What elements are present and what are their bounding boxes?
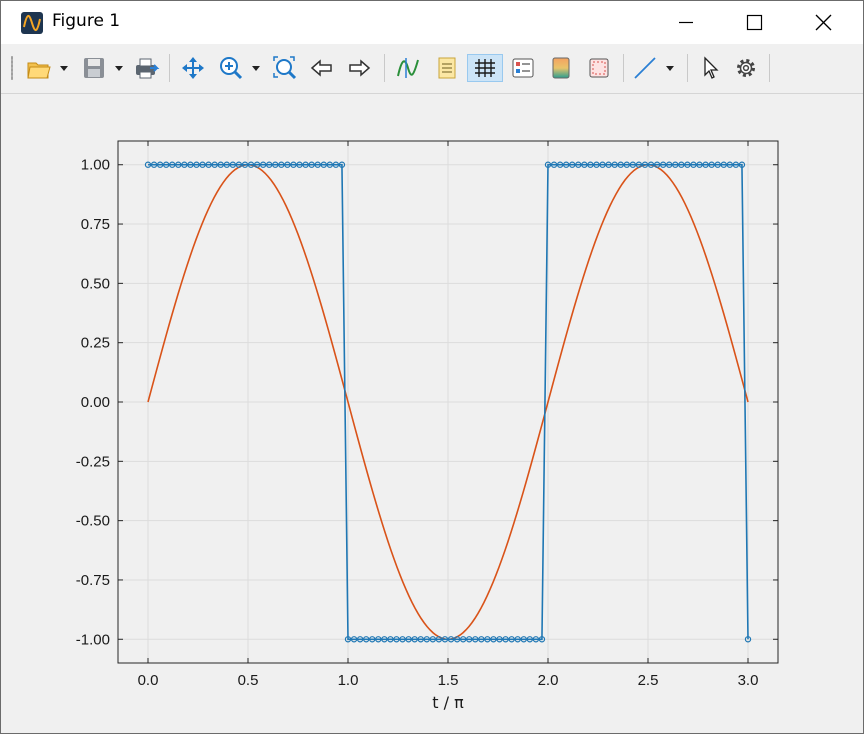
x-tick-label: 0.0 (138, 672, 159, 689)
grid-icon (475, 59, 495, 77)
save-icon (84, 58, 104, 78)
pan-button[interactable] (179, 54, 207, 82)
dropdown-icon (60, 66, 68, 71)
zoom-fit-button[interactable] (271, 54, 299, 82)
y-tick-label: 0.00 (81, 394, 110, 411)
toolbar-grip[interactable] (11, 56, 13, 80)
x-tick-label: 2.5 (638, 672, 659, 689)
back-arrow-icon (310, 59, 332, 77)
x-axis-label: t / π (432, 693, 464, 712)
figure-toolbar (1, 44, 863, 94)
property-editor-icon (512, 58, 534, 78)
toolbar-separator (169, 54, 170, 82)
data-cursor-button[interactable] (394, 54, 422, 82)
y-tick-label: 1.00 (81, 157, 110, 174)
colorbar-button[interactable] (547, 54, 575, 82)
x-tick-label: 2.0 (538, 672, 559, 689)
line-tool-button[interactable] (631, 54, 659, 82)
colorbar-icon (552, 57, 570, 79)
y-tick-label: 0.25 (81, 335, 110, 352)
toolbar-separator (687, 54, 688, 82)
title-bar[interactable]: Figure 1 (1, 1, 863, 44)
line-tool-dropdown-button[interactable] (663, 54, 677, 82)
x-tick-label: 1.0 (338, 672, 359, 689)
dropdown-icon (252, 66, 260, 71)
zoom-dropdown-button[interactable] (249, 54, 263, 82)
close-button[interactable] (800, 1, 846, 44)
y-tick-label: -0.75 (76, 572, 110, 589)
maximize-icon (746, 14, 763, 31)
property-editor-button[interactable] (509, 54, 537, 82)
data-cursor-icon (397, 58, 419, 78)
y-tick-label: -1.00 (76, 631, 110, 648)
box-toggle-button[interactable] (585, 54, 613, 82)
legend-icon (438, 57, 456, 79)
minimize-icon (679, 21, 693, 24)
select-pointer-button[interactable] (696, 54, 724, 82)
forward-button[interactable] (345, 54, 373, 82)
legend-button[interactable] (433, 54, 461, 82)
y-tick-label: -0.25 (76, 453, 110, 470)
open-file-icon (27, 62, 51, 79)
toolbar-separator (769, 54, 770, 82)
open-dropdown-button[interactable] (57, 54, 71, 82)
line-tool-icon (634, 57, 656, 79)
dropdown-icon (115, 66, 123, 71)
window-title: Figure 1 (52, 11, 121, 31)
x-tick-label: 3.0 (738, 672, 759, 689)
y-tick-label: -0.50 (76, 513, 110, 530)
chart[interactable]: 0.0 0.5 1.0 1.5 2.0 2.5 3.0 1.00 0.75 0.50 0.25 0.0… (7, 95, 856, 732)
minimize-button[interactable] (663, 1, 709, 44)
figure-canvas[interactable]: 0.0 0.5 1.0 1.5 2.0 2.5 3.0 1.00 0.75 0.50 0.25 0.0… (7, 95, 856, 732)
zoom-in-icon (220, 57, 243, 80)
figure-window: Figure 1 0.0 0.5 1.0 1.5 2.0 2.5 3.0 1.0… (0, 0, 864, 734)
back-button[interactable] (308, 54, 336, 82)
figure-app-icon (21, 12, 43, 34)
pan-icon (182, 57, 204, 79)
box-icon (589, 58, 609, 78)
save-button[interactable] (80, 54, 108, 82)
x-tick-label: 0.5 (238, 672, 259, 689)
zoom-fit-icon (273, 56, 297, 80)
save-dropdown-button[interactable] (112, 54, 126, 82)
maximize-button[interactable] (731, 1, 777, 44)
toolbar-separator (623, 54, 624, 82)
select-pointer-icon (704, 56, 719, 79)
y-tick-label: 0.50 (81, 275, 110, 292)
dropdown-icon (666, 66, 674, 71)
close-icon (815, 14, 832, 31)
settings-button[interactable] (732, 54, 760, 82)
toolbar-separator (384, 54, 385, 82)
open-file-button[interactable] (25, 54, 53, 82)
print-export-button[interactable] (133, 54, 161, 82)
x-tick-label: 1.5 (438, 672, 459, 689)
settings-gear-icon (737, 59, 755, 77)
grid-toggle-button[interactable] (467, 54, 503, 82)
print-export-icon (136, 58, 160, 79)
forward-arrow-icon (349, 59, 371, 77)
zoom-in-button[interactable] (217, 54, 245, 82)
y-tick-label: 0.75 (81, 216, 110, 233)
